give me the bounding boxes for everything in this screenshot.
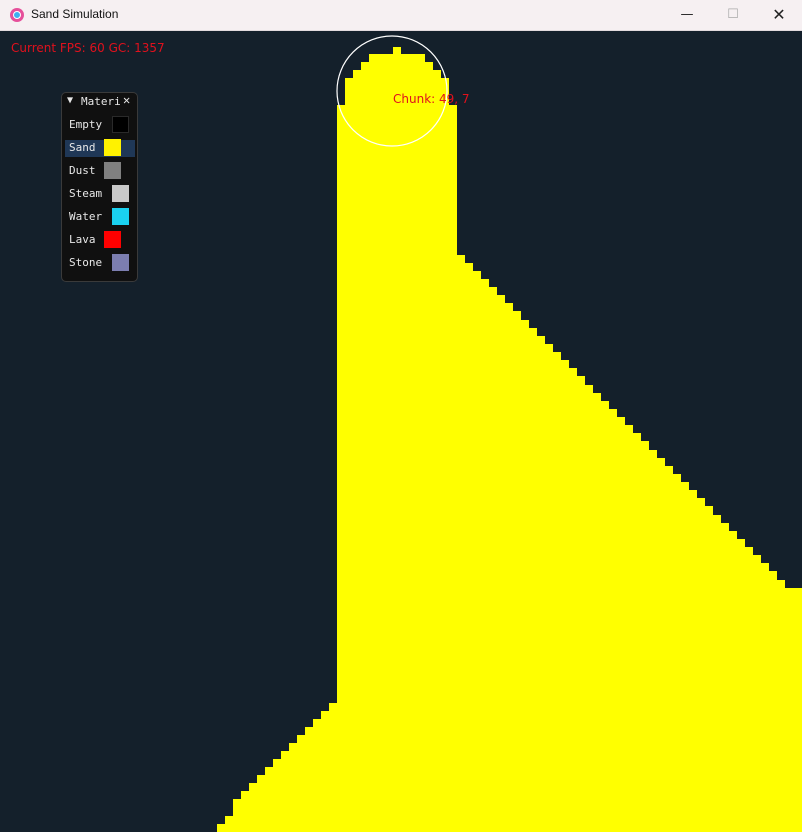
simulation-canvas[interactable]: Current FPS: 60 GC: 1357 Chunk: 49, 7 ▼ … [0,31,802,832]
app-logo-icon [10,8,24,22]
minimize-button[interactable]: — [664,0,710,30]
color-swatch-dust[interactable] [104,162,121,179]
color-swatch-stone[interactable] [112,254,129,271]
color-swatch-steam[interactable] [112,185,129,202]
color-swatch-water[interactable] [112,208,129,225]
window-title: Sand Simulation [31,7,119,21]
material-item-water[interactable]: Water [65,208,135,226]
material-item-lava[interactable]: Lava [65,231,135,249]
material-label: Sand [69,141,96,154]
close-icon[interactable]: ✕ [123,93,130,107]
material-label: Water [69,210,103,223]
materials-panel-title: Materi [81,95,121,108]
title-bar[interactable]: Sand Simulation — ☐ ✕ [0,0,802,31]
material-label: Dust [69,164,96,177]
material-item-empty[interactable]: Empty [65,116,135,134]
close-window-button[interactable]: ✕ [756,0,802,30]
material-label: Lava [69,233,96,246]
chunk-readout: Chunk: 49, 7 [393,92,470,106]
fps-counter: Current FPS: 60 GC: 1357 [11,41,165,55]
materials-panel-header[interactable]: ▼ Materi ✕ [62,93,137,111]
material-label: Steam [69,187,103,200]
maximize-button[interactable]: ☐ [710,0,756,30]
collapse-arrow-icon[interactable]: ▼ [67,95,73,106]
material-item-dust[interactable]: Dust [65,162,135,180]
material-item-steam[interactable]: Steam [65,185,135,203]
material-label: Stone [69,256,103,269]
color-swatch-lava[interactable] [104,231,121,248]
material-item-sand[interactable]: Sand [65,139,135,157]
material-item-stone[interactable]: Stone [65,254,135,272]
color-swatch-empty[interactable] [112,116,129,133]
sand-pile [217,47,802,832]
material-label: Empty [69,118,103,131]
color-swatch-sand[interactable] [104,139,121,156]
materials-panel[interactable]: ▼ Materi ✕ Empty Sand Dust Steam Water Lava St… [61,92,138,282]
